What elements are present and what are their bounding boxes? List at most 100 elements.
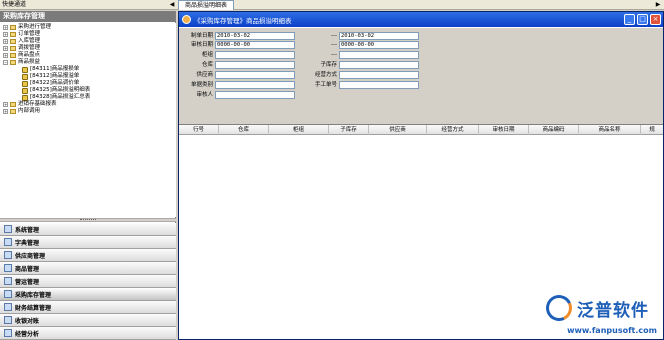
collapse-left-arrow-icon[interactable]: ◀ xyxy=(168,1,176,9)
make-date-label: 制单日期 xyxy=(190,33,213,39)
inventory-icon xyxy=(4,290,12,298)
nav-analysis[interactable]: 经营分析 xyxy=(0,327,176,340)
biz-mode-field[interactable] xyxy=(339,71,419,79)
auditor-label: 审核人 xyxy=(196,92,213,98)
tree-node-label: 商品损益 xyxy=(18,59,41,65)
tree-leaf-label: [84328]商品损溢汇总表 xyxy=(30,94,91,100)
nav-cashier[interactable]: 收银对账 xyxy=(0,314,176,327)
col-line-no[interactable]: 行号 xyxy=(179,125,219,135)
make-date-from-field[interactable]: 2010-03-02 xyxy=(215,32,295,40)
col-sub-warehouse[interactable]: 子库存 xyxy=(329,125,369,135)
finance-icon xyxy=(4,303,12,311)
logo-text: 泛普软件 xyxy=(577,300,649,321)
audit-date-from-field[interactable]: 0000-00-00 xyxy=(215,41,295,49)
expand-icon[interactable]: + xyxy=(3,53,8,58)
group-from-field[interactable] xyxy=(215,51,295,59)
doc-type-label: 单据类别 xyxy=(190,82,213,88)
system-icon xyxy=(4,225,12,233)
nav-goods[interactable]: 商品管理 xyxy=(0,262,176,275)
tree-leaf-84325[interactable]: [84325]商品损溢明细表 xyxy=(22,87,90,94)
tree-node-internal[interactable]: + 内部调用 xyxy=(3,108,40,115)
col-biz-mode[interactable]: 经营方式 xyxy=(427,125,479,135)
dictionary-icon xyxy=(4,238,12,246)
tree-node-transfer[interactable]: + 调拨管理 xyxy=(3,45,40,52)
tree-leaf-84328[interactable]: [84328]商品损溢汇总表 xyxy=(22,94,90,101)
nav-finance[interactable]: 财务结算管理 xyxy=(0,301,176,314)
tree-node-loss[interactable]: − 商品损益 xyxy=(3,59,40,66)
nav-label: 营运管理 xyxy=(15,278,40,286)
nav-purchase-inventory[interactable]: 采购库存管理 xyxy=(0,288,176,301)
col-supplier[interactable]: 供应商 xyxy=(369,125,427,135)
biz-mode-label: 经营方式 xyxy=(314,72,337,78)
report-icon xyxy=(22,66,28,73)
col-audit-date[interactable]: 审核日期 xyxy=(479,125,529,135)
supplier-label: 供应商 xyxy=(196,72,213,78)
audit-date-to-field[interactable]: 0000-00-00 xyxy=(339,41,419,49)
tree-leaf-84322[interactable]: [84322]商品调价单 xyxy=(22,80,79,87)
col-goods-name[interactable]: 商品名称 xyxy=(579,125,641,135)
folder-icon xyxy=(10,102,16,107)
tree-node-label: 入库管理 xyxy=(18,38,41,44)
group-to-field[interactable] xyxy=(339,51,419,59)
col-group[interactable]: 柜组 xyxy=(269,125,329,135)
nav-label: 财务结算管理 xyxy=(15,304,52,312)
group-sep: --- xyxy=(331,52,337,58)
tree-node-orders[interactable]: + 订单管理 xyxy=(3,31,40,38)
sub-warehouse-field[interactable] xyxy=(339,61,419,69)
panel-splitter[interactable] xyxy=(0,218,176,222)
tree-leaf-84311[interactable]: [84311]商品报损单 xyxy=(22,66,79,73)
expand-icon[interactable]: + xyxy=(3,46,8,51)
maximize-button[interactable]: □ xyxy=(637,14,648,25)
window-titlebar[interactable]: 《采购库存管理》商品损溢明细表 _ □ × xyxy=(179,12,663,27)
tree-node-label: 商品盘点 xyxy=(18,52,41,58)
nav-operations[interactable]: 营运管理 xyxy=(0,275,176,288)
manual-no-field[interactable] xyxy=(339,81,419,89)
expand-icon[interactable]: + xyxy=(3,32,8,37)
nav-supplier[interactable]: 供应商管理 xyxy=(0,249,176,262)
collapse-icon[interactable]: − xyxy=(3,60,8,65)
tree-node-basic-reports[interactable]: + 进销存基础报表 xyxy=(3,101,57,108)
left-panel: 采购库存管理 + 采购进行管理 + 订单管理 + 入库管理 + 调拨管理 + 商品盘点 −… xyxy=(0,11,176,340)
expand-icon[interactable]: + xyxy=(3,25,8,30)
tree-leaf-label: [84312]商品报溢单 xyxy=(30,73,80,79)
expand-icon[interactable]: + xyxy=(3,39,8,44)
expand-icon[interactable]: + xyxy=(3,109,8,114)
module-title: 采购库存管理 xyxy=(0,11,175,22)
tree-node-purchase[interactable]: + 采购进行管理 xyxy=(3,24,51,31)
nav-dictionary[interactable]: 字典管理 xyxy=(0,236,176,249)
tree-leaf-84312[interactable]: [84312]商品报溢单 xyxy=(22,73,79,80)
doc-type-field[interactable] xyxy=(215,81,295,89)
expand-icon[interactable]: + xyxy=(3,102,8,107)
audit-date-sep: --- xyxy=(331,42,337,48)
group-label: 柜组 xyxy=(201,52,213,58)
folder-icon xyxy=(10,109,16,114)
splitter-grip[interactable] xyxy=(80,219,96,221)
nav-system[interactable]: 系统管理 xyxy=(0,223,176,236)
report-window: 《采购库存管理》商品损溢明细表 _ □ × 制单日期 2010-03-02 --… xyxy=(178,11,664,340)
folder-icon xyxy=(10,39,16,44)
manual-no-label: 手工单号 xyxy=(314,82,337,88)
report-icon xyxy=(22,80,28,87)
col-goods-code[interactable]: 商品编码 xyxy=(529,125,579,135)
brand-logo: 泛普软件 xyxy=(542,291,649,325)
auditor-field[interactable] xyxy=(215,91,295,99)
col-spec[interactable]: 规 xyxy=(641,125,663,135)
nav-label: 系统管理 xyxy=(15,226,40,234)
folder-icon xyxy=(10,32,16,37)
tree-node-label: 采购进行管理 xyxy=(18,24,52,30)
warehouse-field[interactable] xyxy=(215,61,295,69)
menu-tree: + 采购进行管理 + 订单管理 + 入库管理 + 调拨管理 + 商品盘点 − 商品损益 [8… xyxy=(0,23,176,217)
supplier-field[interactable] xyxy=(215,71,295,79)
tab-loss-detail[interactable]: 商品损溢明细表 xyxy=(178,0,235,10)
tree-node-inbound[interactable]: + 入库管理 xyxy=(3,38,40,45)
warehouse-label: 仓库 xyxy=(201,62,213,68)
minimize-button[interactable]: _ xyxy=(624,14,635,25)
make-date-to-field[interactable]: 2010-03-02 xyxy=(339,32,419,40)
supplier-icon xyxy=(4,251,12,259)
tree-node-label: 进销存基础报表 xyxy=(18,101,57,107)
tree-node-stocktake[interactable]: + 商品盘点 xyxy=(3,52,40,59)
col-warehouse[interactable]: 仓库 xyxy=(219,125,269,135)
close-button[interactable]: × xyxy=(650,14,661,25)
tab-scroll-right-icon[interactable]: ▶ xyxy=(654,1,662,9)
report-icon xyxy=(22,94,28,101)
